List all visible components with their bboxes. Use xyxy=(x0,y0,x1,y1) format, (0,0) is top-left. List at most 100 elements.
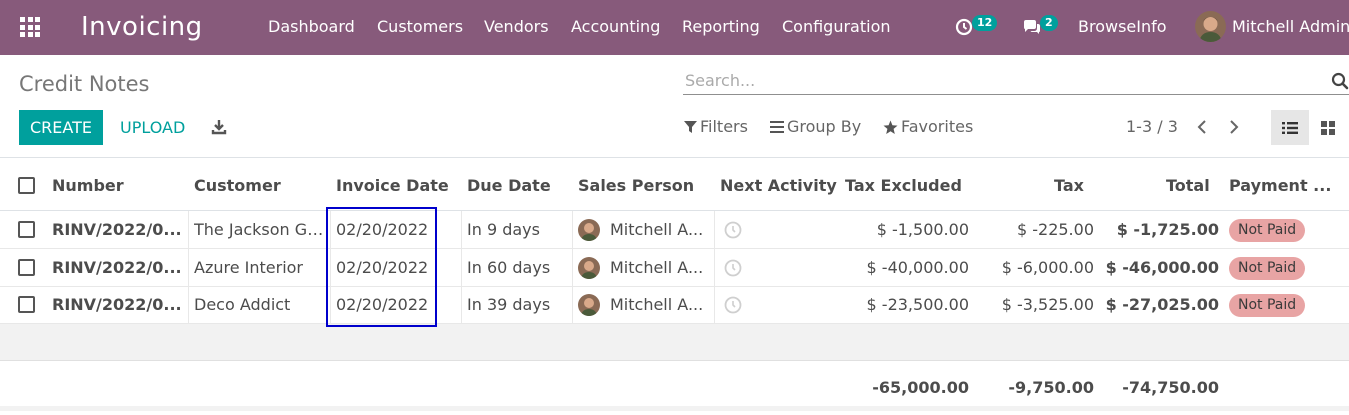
upload-button[interactable]: UPLOAD xyxy=(120,110,185,145)
activity-clock-icon[interactable] xyxy=(724,221,742,239)
select-all-checkbox[interactable] xyxy=(18,177,35,194)
cell-tax: $ -6,000.00 xyxy=(1001,258,1094,277)
cell-total: $ -1,725.00 xyxy=(1116,220,1219,239)
filters-label: Filters xyxy=(700,117,748,136)
table-row[interactable]: RINV/2022/0... Deco Addict 02/20/2022 In… xyxy=(0,286,1349,324)
activity-clock-icon[interactable] xyxy=(724,296,742,314)
cell-total: $ -46,000.00 xyxy=(1105,258,1219,277)
favorites-label: Favorites xyxy=(901,117,974,136)
column-number[interactable]: Number xyxy=(52,176,124,196)
column-payment-status[interactable]: Payment ... xyxy=(1229,176,1349,196)
list-icon xyxy=(770,121,784,133)
empty-row xyxy=(0,324,1349,361)
table-row[interactable]: RINV/2022/0... The Jackson Gr... 02/20/2… xyxy=(0,211,1349,249)
column-divider xyxy=(572,211,573,324)
table-footer-totals: -65,000.00 -9,750.00 -74,750.00 xyxy=(0,361,1349,411)
kanban-view-button[interactable] xyxy=(1309,110,1347,145)
column-customer[interactable]: Customer xyxy=(194,176,281,196)
column-divider xyxy=(714,211,715,324)
filter-icon xyxy=(684,121,697,133)
activity-count-badge: 12 xyxy=(972,15,998,31)
column-divider xyxy=(188,211,189,324)
cell-invoice-date: 02/20/2022 xyxy=(336,258,429,277)
cell-salesperson: Mitchell A... xyxy=(610,295,704,314)
page-title: Credit Notes xyxy=(19,72,150,96)
salesperson-avatar xyxy=(578,219,600,241)
cell-salesperson: Mitchell A... xyxy=(610,220,704,239)
cell-tax-excluded: $ -1,500.00 xyxy=(876,220,969,239)
total-tax-excluded: -65,000.00 xyxy=(872,378,969,397)
cell-customer: Azure Interior xyxy=(194,258,304,277)
cell-customer: The Jackson Gr... xyxy=(194,220,324,239)
star-icon xyxy=(883,120,898,134)
table-row[interactable]: RINV/2022/0... Azure Interior 02/20/2022… xyxy=(0,249,1349,287)
list-view-button[interactable] xyxy=(1271,110,1309,145)
search-bar xyxy=(683,66,1349,95)
status-badge: Not Paid xyxy=(1229,219,1306,242)
message-count-badge: 2 xyxy=(1040,15,1058,31)
column-divider xyxy=(461,211,462,324)
row-checkbox[interactable] xyxy=(18,259,35,276)
company-switcher[interactable]: BrowseInfo xyxy=(1078,17,1167,37)
table-header: Number Customer Invoice Date Due Date Sa… xyxy=(0,157,1349,211)
column-due-date[interactable]: Due Date xyxy=(467,176,551,196)
salesperson-avatar xyxy=(578,294,600,316)
messages-menu[interactable]: 2 xyxy=(1022,15,1062,39)
filters-dropdown[interactable]: Filters xyxy=(684,117,748,137)
activity-clock-icon[interactable] xyxy=(724,259,742,277)
groupby-label: Group By xyxy=(787,117,862,136)
cell-tax-excluded: $ -23,500.00 xyxy=(866,295,969,314)
column-total[interactable]: Total xyxy=(1166,176,1210,196)
cell-invoice-date: 02/20/2022 xyxy=(336,220,429,239)
menu-vendors[interactable]: Vendors xyxy=(484,17,549,37)
total-tax: -9,750.00 xyxy=(1008,378,1094,397)
apps-menu-icon[interactable] xyxy=(20,17,40,37)
cell-invoice-date: 02/20/2022 xyxy=(336,295,429,314)
menu-customers[interactable]: Customers xyxy=(377,17,463,37)
menu-accounting[interactable]: Accounting xyxy=(571,17,660,37)
menu-reporting[interactable]: Reporting xyxy=(682,17,760,37)
salesperson-avatar xyxy=(578,257,600,279)
column-next-activity[interactable]: Next Activity xyxy=(720,176,837,196)
chevron-right-icon[interactable] xyxy=(1227,117,1241,137)
row-checkbox[interactable] xyxy=(18,221,35,238)
column-tax[interactable]: Tax xyxy=(1054,176,1084,196)
activity-menu[interactable]: 12 xyxy=(955,15,1000,39)
cell-tax: $ -225.00 xyxy=(1016,220,1094,239)
cell-due-date: In 9 days xyxy=(467,220,540,239)
download-icon[interactable] xyxy=(211,117,227,137)
favorites-dropdown[interactable]: Favorites xyxy=(883,117,973,137)
user-avatar[interactable] xyxy=(1195,11,1226,42)
chevron-left-icon[interactable] xyxy=(1195,117,1209,137)
column-invoice-date[interactable]: Invoice Date xyxy=(336,176,449,196)
cell-due-date: In 39 days xyxy=(467,295,551,314)
cell-salesperson: Mitchell A... xyxy=(610,258,704,277)
create-button[interactable]: CREATE xyxy=(19,110,103,145)
column-sales-person[interactable]: Sales Person xyxy=(578,176,694,196)
menu-configuration[interactable]: Configuration xyxy=(782,17,891,37)
cell-due-date: In 60 days xyxy=(467,258,551,277)
chat-icon xyxy=(1024,20,1040,34)
list-view-icon xyxy=(1282,121,1298,134)
column-tax-excluded[interactable]: Tax Excluded xyxy=(845,176,962,196)
kanban-view-icon xyxy=(1321,120,1335,135)
search-icon[interactable] xyxy=(1331,72,1349,90)
cell-tax: $ -3,525.00 xyxy=(1001,295,1094,314)
top-navbar: Invoicing Dashboard Customers Vendors Ac… xyxy=(0,0,1349,55)
pager-value[interactable]: 1-3 / 3 xyxy=(1126,117,1178,137)
groupby-dropdown[interactable]: Group By xyxy=(770,117,861,137)
search-input[interactable] xyxy=(683,66,1303,94)
clock-icon xyxy=(955,18,973,36)
total-amount: -74,750.00 xyxy=(1122,378,1219,397)
row-checkbox[interactable] xyxy=(18,296,35,313)
cell-tax-excluded: $ -40,000.00 xyxy=(866,258,969,277)
cell-customer: Deco Addict xyxy=(194,295,291,314)
menu-dashboard[interactable]: Dashboard xyxy=(268,17,355,37)
cell-number: RINV/2022/0... xyxy=(52,220,182,239)
cell-number: RINV/2022/0... xyxy=(52,258,182,277)
app-name: Invoicing xyxy=(81,12,203,42)
column-divider xyxy=(330,211,331,324)
status-badge: Not Paid xyxy=(1229,257,1306,280)
user-name[interactable]: Mitchell Admin xyxy=(1232,17,1349,37)
status-badge: Not Paid xyxy=(1229,294,1306,317)
